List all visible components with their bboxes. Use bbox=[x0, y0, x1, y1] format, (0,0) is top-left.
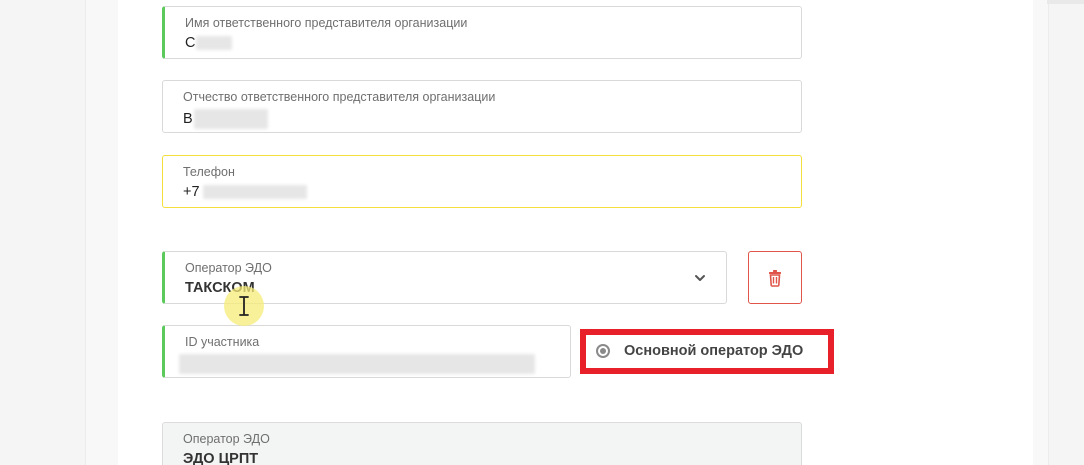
edo-operator-2-value: ЭДО ЦРПТ bbox=[183, 451, 259, 465]
contact-patronymic-value[interactable]: В bbox=[183, 109, 268, 129]
contact-patronymic-text: В bbox=[183, 110, 193, 127]
contact-first-name-value[interactable]: С bbox=[185, 35, 233, 51]
participant-id-field[interactable]: ID участника bbox=[162, 325, 571, 378]
page: Имя ответственного представителя организ… bbox=[0, 0, 1084, 465]
main-operator-highlight: Основной оператор ЭДО bbox=[580, 329, 834, 374]
redacted-text bbox=[179, 354, 535, 374]
contact-first-name-field[interactable]: Имя ответственного представителя организ… bbox=[162, 6, 802, 59]
contact-first-name-label: Имя ответственного представителя организ… bbox=[185, 16, 468, 30]
radio-button[interactable] bbox=[596, 344, 610, 358]
form-card bbox=[118, 0, 1033, 465]
phone-field[interactable]: Телефон +7 bbox=[162, 155, 802, 208]
redacted-text bbox=[202, 185, 307, 200]
contact-patronymic-field[interactable]: Отчество ответственного представителя ор… bbox=[162, 80, 802, 133]
trash-icon bbox=[769, 269, 781, 287]
participant-id-label: ID участника bbox=[185, 335, 260, 349]
phone-label: Телефон bbox=[183, 165, 235, 179]
phone-text: +7 bbox=[183, 184, 200, 200]
delete-operator-button[interactable] bbox=[748, 251, 802, 304]
edo-operator-label: Оператор ЭДО bbox=[185, 261, 272, 275]
contact-first-name-text: С bbox=[185, 35, 196, 51]
main-operator-label: Основной оператор ЭДО bbox=[624, 343, 804, 359]
radio-dot bbox=[600, 348, 606, 354]
text-cursor-icon bbox=[239, 296, 249, 316]
redacted-text bbox=[196, 36, 233, 51]
main-operator-radio[interactable]: Основной оператор ЭДО bbox=[596, 343, 803, 359]
edo-operator-2-label: Оператор ЭДО bbox=[183, 432, 270, 446]
redacted-text bbox=[193, 109, 268, 129]
edo-operator-2-field: Оператор ЭДО ЭДО ЦРПТ bbox=[162, 422, 802, 465]
contact-patronymic-label: Отчество ответственного представителя ор… bbox=[183, 90, 496, 104]
top-strip bbox=[1047, 0, 1084, 4]
phone-value[interactable]: +7 bbox=[183, 184, 307, 200]
chevron-down-icon[interactable] bbox=[694, 272, 706, 284]
participant-id-value[interactable] bbox=[179, 354, 535, 374]
